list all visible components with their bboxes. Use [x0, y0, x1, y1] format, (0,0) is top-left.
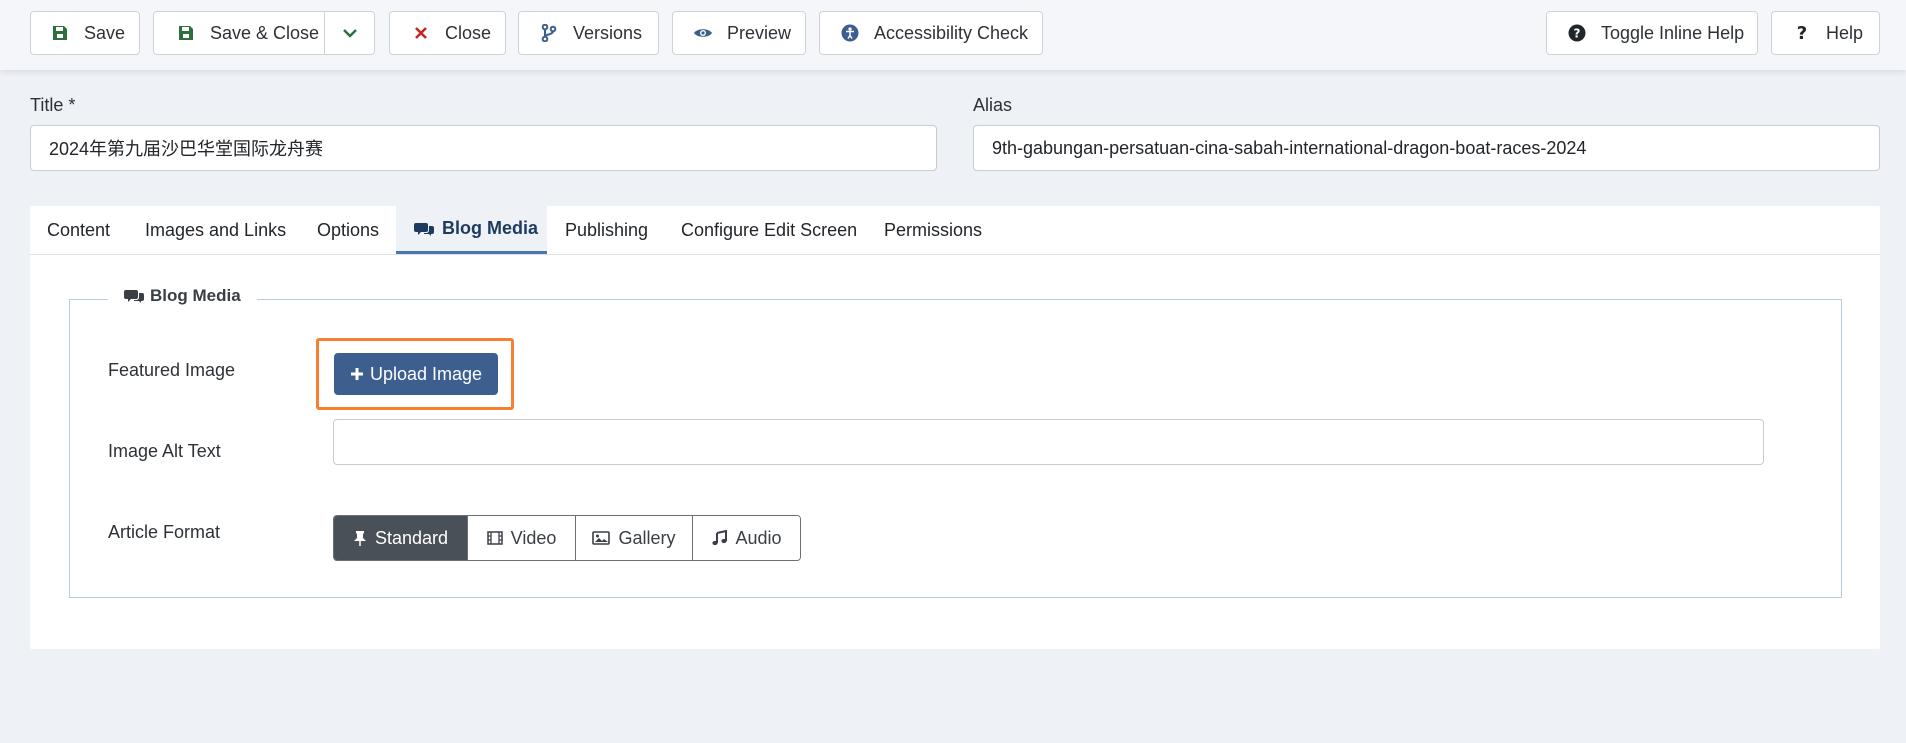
code-branch-icon: [539, 23, 559, 43]
preview-button[interactable]: Preview: [672, 11, 806, 55]
alias-label: Alias: [973, 95, 1013, 115]
close-button[interactable]: Close: [389, 11, 506, 55]
article-format-label: Article Format: [108, 522, 221, 542]
svg-text:?: ?: [1797, 24, 1807, 42]
svg-text:?: ?: [1574, 27, 1581, 41]
title-label: Title *: [30, 95, 76, 115]
save-close-button[interactable]: Save & Close: [210, 23, 319, 44]
toolbar: Save Save & Close Close Versions Preview: [0, 0, 1906, 70]
accessibility-check-label: Accessibility Check: [874, 22, 1029, 43]
tab-panel: Content Images and Links Options Blog Me…: [30, 206, 1880, 649]
format-standard-label: Standard: [374, 527, 449, 548]
alias-input[interactable]: 9th-gabungan-persatuan-cina-sabah-intern…: [973, 125, 1880, 171]
format-video-label: Video: [510, 527, 557, 548]
question-icon: ?: [1792, 23, 1812, 43]
article-format-group: Standard Video Gallery Audio: [333, 515, 801, 561]
dropdown-toggle-button[interactable]: [325, 12, 375, 54]
comments-icon: [414, 221, 434, 237]
tab-bar: Content Images and Links Options Blog Me…: [30, 206, 1880, 255]
tab-blog-media[interactable]: Blog Media: [396, 206, 547, 254]
upload-image-button[interactable]: Upload Image: [334, 353, 498, 395]
floppy-disk-icon: [50, 23, 70, 43]
upload-highlight: Upload Image: [316, 338, 514, 410]
comments-icon: [124, 288, 144, 304]
toggle-inline-help-button[interactable]: ? Toggle Inline Help: [1546, 11, 1758, 55]
featured-image-label: Featured Image: [108, 360, 236, 380]
title-input[interactable]: 2024年第九届沙巴华堂国际龙舟赛: [30, 125, 937, 171]
tab-publishing[interactable]: Publishing: [565, 206, 648, 254]
versions-button[interactable]: Versions: [518, 11, 659, 55]
help-button[interactable]: ? Help: [1771, 11, 1880, 55]
tab-options[interactable]: Options: [317, 206, 379, 254]
floppy-disk-icon: [176, 23, 196, 43]
tab-images-and-links[interactable]: Images and Links: [145, 206, 286, 254]
question-circle-icon: ?: [1567, 23, 1587, 43]
plus-icon: [350, 367, 364, 381]
image-icon: [592, 531, 611, 545]
eye-icon: [693, 23, 713, 43]
format-standard-button[interactable]: Standard: [334, 516, 467, 560]
preview-label: Preview: [727, 22, 792, 43]
save-label: Save: [84, 22, 126, 43]
format-audio-button[interactable]: Audio: [692, 516, 800, 560]
tab-content[interactable]: Content: [47, 206, 110, 254]
upload-image-label: Upload Image: [369, 363, 483, 384]
tab-content-label: Content: [47, 219, 111, 240]
image-alt-text-input[interactable]: [333, 419, 1764, 465]
fieldset-legend: Blog Media: [108, 286, 257, 306]
save-button[interactable]: Save: [30, 11, 140, 55]
format-audio-label: Audio: [735, 527, 782, 548]
close-label: Close: [445, 22, 492, 43]
tab-images-and-links-label: Images and Links: [145, 219, 287, 240]
tab-blog-media-label: Blog Media: [442, 218, 539, 238]
format-gallery-label: Gallery: [618, 527, 676, 548]
film-icon: [486, 531, 503, 545]
save-close-split-button: Save & Close: [153, 11, 375, 55]
versions-label: Versions: [573, 22, 643, 43]
tab-configure-edit-screen[interactable]: Configure Edit Screen: [681, 206, 857, 254]
tab-permissions-label: Permissions: [884, 219, 983, 240]
legend-label: Blog Media: [150, 286, 241, 305]
universal-access-icon: [840, 23, 860, 43]
music-icon: [711, 530, 728, 546]
help-label: Help: [1826, 22, 1864, 43]
tab-configure-edit-screen-label: Configure Edit Screen: [681, 219, 858, 240]
tab-permissions[interactable]: Permissions: [884, 206, 982, 254]
format-video-button[interactable]: Video: [467, 516, 575, 560]
image-alt-text-label: Image Alt Text: [108, 441, 221, 461]
tab-publishing-label: Publishing: [565, 219, 649, 240]
accessibility-check-button[interactable]: Accessibility Check: [819, 11, 1043, 55]
format-gallery-button[interactable]: Gallery: [575, 516, 692, 560]
chevron-down-icon: [343, 28, 357, 38]
toggle-inline-help-label: Toggle Inline Help: [1601, 22, 1745, 43]
close-icon: [411, 23, 431, 43]
tab-options-label: Options: [317, 219, 380, 240]
pin-icon: [353, 530, 367, 546]
